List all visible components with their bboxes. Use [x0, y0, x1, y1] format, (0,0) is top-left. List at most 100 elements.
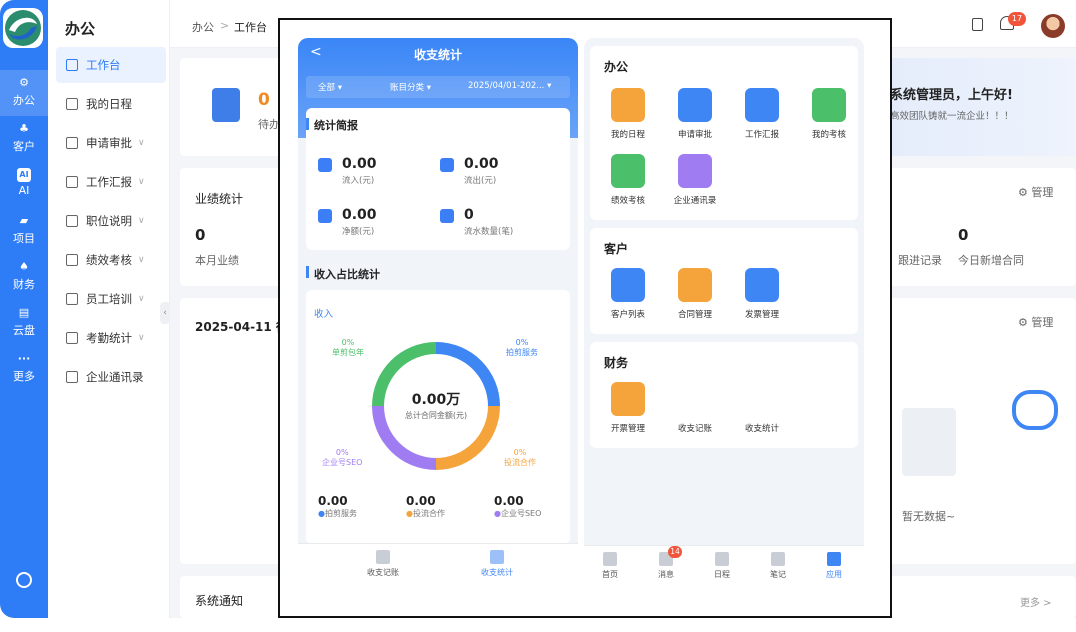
greeting-text: 系统管理员，上午好! [890, 88, 1013, 103]
inflow-icon [318, 158, 332, 172]
segment-pct: 0% [335, 448, 349, 457]
segment-pct: 0% [341, 338, 355, 347]
rail-item-project[interactable]: ▰ 项目 [0, 208, 48, 254]
filter-category[interactable]: 账目分类 ▾ [390, 81, 431, 93]
app-contacts[interactable]: 企业通讯录 [665, 154, 725, 206]
app-performance[interactable]: 绩效考核 [598, 154, 658, 206]
legend-label: 投流合作 [412, 509, 445, 518]
tab-bookkeeping[interactable]: 收支记账 [360, 544, 406, 578]
home-icon [603, 552, 617, 566]
legend-label: 企业号SEO [500, 509, 542, 518]
sidebar-item-schedule[interactable]: 我的日程 [56, 86, 166, 122]
filter-all[interactable]: 全部 ▾ [318, 81, 342, 93]
breadcrumb-separator: > [220, 19, 230, 32]
sidebar-item-report[interactable]: 工作汇报 ∨ [56, 164, 166, 200]
rail-label: 财务 [13, 278, 35, 291]
legend-item: 0.00 ●投流合作 [406, 494, 445, 518]
menu-label: 工作台 [86, 58, 121, 72]
stat-value: 0.00 [342, 156, 377, 172]
rail-item-ai[interactable]: AI AI [0, 162, 48, 208]
notification-badge: 17 [1008, 12, 1026, 26]
stat-label: 净额(元) [342, 227, 375, 237]
rail-item-more[interactable]: ··· 更多 [0, 346, 48, 392]
rail-label: 客户 [13, 140, 35, 153]
empty-text: 暂无数据~ [902, 510, 956, 523]
rail-label: 云盘 [13, 324, 35, 337]
app-label: 收支记账 [677, 424, 712, 434]
ledger-icon [376, 550, 390, 564]
app-invoice-issue[interactable]: 开票管理 [598, 382, 658, 434]
donut-label-dan: 0% 单剪包年 [332, 338, 364, 358]
robot-icon[interactable] [1012, 390, 1058, 430]
office-icon: ⚙ [19, 76, 29, 89]
sidebar-item-performance[interactable]: 绩效考核 ∨ [56, 242, 166, 278]
app-label: 发票管理 [744, 310, 779, 320]
app-bookkeeping[interactable]: 收支记账 [665, 382, 725, 434]
tab-label: 首页 [602, 570, 618, 579]
app-my-review[interactable]: 我的考核 [799, 88, 859, 140]
app-logo [3, 8, 43, 48]
training-icon [66, 293, 78, 305]
todo-label: 待办 [258, 118, 280, 131]
tab-messages[interactable]: 消息 14 [646, 546, 686, 580]
app-contract[interactable]: 合同管理 [665, 268, 725, 320]
rail-label: 办公 [13, 94, 35, 107]
phone-b-tabbar: 首页 消息 14 日程 笔记 应用 [584, 545, 864, 585]
notes-icon[interactable] [972, 18, 983, 31]
settings-icon[interactable] [16, 572, 32, 588]
gear-icon: ⚙ [1018, 316, 1032, 329]
blank-icon [745, 382, 779, 416]
app-statistics[interactable]: 收支统计 [732, 382, 792, 434]
app-approval[interactable]: 申请审批 [665, 88, 725, 140]
stat-label: 流水数量(笔) [464, 227, 514, 237]
phone-finance-stats: < 收支统计 全部 ▾ 账目分类 ▾ 2025/04/01-202... ▾ 统… [298, 38, 578, 585]
stat-value: 0 [464, 207, 474, 223]
app-invoice[interactable]: 发票管理 [732, 268, 792, 320]
app-label: 收支统计 [744, 424, 779, 434]
phone-apps: 办公 我的日程 申请审批 工作汇报 我的考核 绩效考核 企业通讯录 客户 客户列… [584, 38, 864, 585]
workbench-icon [66, 59, 78, 71]
collapse-sidebar-button[interactable]: ‹ [160, 302, 170, 324]
tab-label: 收支统计 [481, 568, 513, 577]
rail-item-finance[interactable]: ♠ 财务 [0, 254, 48, 300]
tab-statistics[interactable]: 收支统计 [474, 544, 520, 578]
breadcrumb-item[interactable]: 办公 [192, 19, 214, 35]
app-report[interactable]: 工作汇报 [732, 88, 792, 140]
app-group-customer: 客户 客户列表 合同管理 发票管理 [590, 228, 858, 334]
clipboard-icon [212, 88, 240, 122]
empty-document-icon [902, 408, 956, 476]
manage-link[interactable]: ⚙ 管理 [1018, 184, 1053, 200]
manage-label: 管理 [1031, 186, 1054, 199]
menu-label: 职位说明 [86, 214, 132, 228]
menu-label: 我的日程 [86, 97, 132, 111]
segment-name: 投流合作 [504, 458, 536, 467]
sidebar-item-attendance[interactable]: 考勤统计 ∨ [56, 320, 166, 356]
more-link[interactable]: 更多 > [1020, 594, 1052, 609]
count-icon [440, 209, 454, 223]
sidebar-item-approval[interactable]: 申请审批 ∨ [56, 125, 166, 161]
sidebar-item-training[interactable]: 员工培训 ∨ [56, 281, 166, 317]
rail-item-cloud[interactable]: ▤ 云盘 [0, 300, 48, 346]
sidebar-item-contacts[interactable]: 企业通讯录 [56, 359, 166, 395]
rail-item-office[interactable]: ⚙ 办公 [0, 70, 48, 116]
tab-home[interactable]: 首页 [590, 546, 630, 580]
sidebar-item-workbench[interactable]: 工作台 [56, 47, 166, 83]
legend-value: 0.00 [318, 494, 348, 508]
tab-schedule[interactable]: 日程 [702, 546, 742, 580]
schedule-date: 2025-04-11 待 [195, 320, 288, 334]
rail-label: 更多 [13, 370, 35, 383]
performance-icon [66, 254, 78, 266]
tab-apps[interactable]: 应用 [814, 546, 854, 580]
app-schedule[interactable]: 我的日程 [598, 88, 658, 140]
rail-item-customer[interactable]: ♣ 客户 [0, 116, 48, 162]
attendance-icon [66, 332, 78, 344]
avatar[interactable] [1041, 14, 1065, 38]
manage-link[interactable]: ⚙ 管理 [1018, 314, 1053, 330]
sidebar-item-job[interactable]: 职位说明 ∨ [56, 203, 166, 239]
tab-notes[interactable]: 笔记 [758, 546, 798, 580]
app-customer-list[interactable]: 客户列表 [598, 268, 658, 320]
stat-label: 流入(元) [342, 176, 375, 186]
menu-label: 企业通讯录 [86, 370, 144, 384]
app-group-finance: 财务 开票管理 收支记账 收支统计 [590, 342, 858, 448]
filter-date[interactable]: 2025/04/01-202... ▾ [468, 81, 551, 91]
